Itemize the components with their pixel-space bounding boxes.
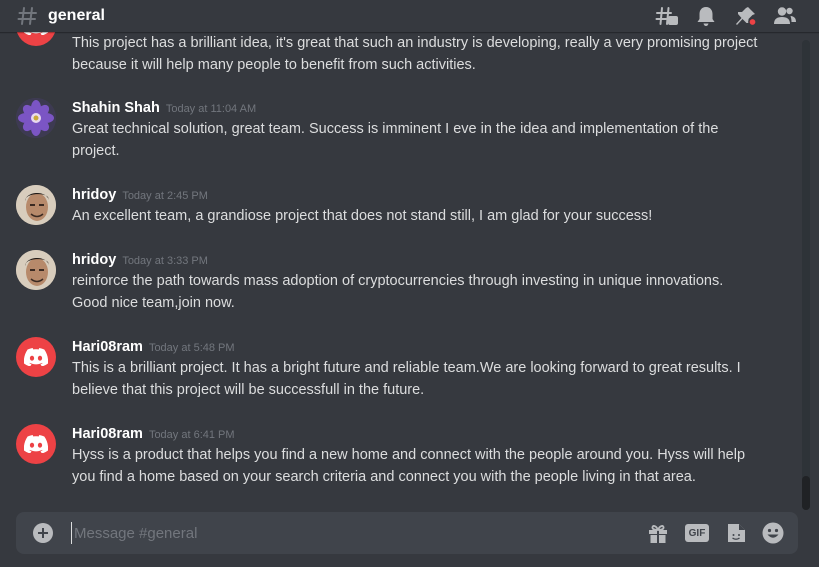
discord-avatar-icon[interactable] bbox=[16, 424, 56, 464]
message-timestamp: Today at 5:48 PM bbox=[148, 342, 235, 354]
message-composer: GIF bbox=[16, 512, 798, 554]
emoji-icon[interactable] bbox=[761, 521, 785, 545]
members-icon[interactable] bbox=[773, 5, 797, 27]
scrollbar-thumb[interactable] bbox=[802, 476, 810, 510]
message-text: Hyss is a product that helps you find a … bbox=[72, 447, 746, 485]
message-text: An excellent team, a grandiose project t… bbox=[72, 208, 653, 224]
message-author[interactable]: Hari08ram Today at 5:48 PM bbox=[72, 338, 235, 357]
gif-icon[interactable]: GIF bbox=[685, 524, 709, 542]
channel-name: general bbox=[48, 7, 105, 24]
message-timestamp: Today at 2:45 PM bbox=[122, 190, 208, 202]
pin-icon[interactable] bbox=[734, 5, 758, 27]
message-timestamp: Today at 11:04 AM bbox=[165, 103, 257, 115]
message-author[interactable]: hridoy Today at 3:33 PM bbox=[72, 251, 208, 270]
message-text: Great technical solution, great team. Su… bbox=[72, 121, 719, 159]
flower-avatar[interactable] bbox=[16, 98, 56, 138]
discord-avatar-icon[interactable] bbox=[16, 32, 56, 46]
gift-icon[interactable] bbox=[646, 521, 670, 545]
channel-header: general bbox=[0, 0, 819, 32]
person-avatar[interactable] bbox=[16, 250, 56, 290]
hashtag-icon bbox=[17, 7, 37, 25]
add-attachment-icon[interactable] bbox=[33, 523, 53, 543]
message-list[interactable]: This project has a brilliant idea, it's … bbox=[0, 32, 806, 504]
message-text: This project has a brilliant idea, it's … bbox=[72, 35, 758, 73]
message-author[interactable]: Hari08ram Today at 6:41 PM bbox=[72, 425, 235, 444]
message-text: reinforce the path towards mass adoption… bbox=[72, 273, 724, 311]
person-avatar[interactable] bbox=[16, 185, 56, 225]
discord-avatar-icon[interactable] bbox=[16, 337, 56, 377]
message-text: This is a brilliant project. It has a br… bbox=[72, 360, 741, 398]
sticker-icon[interactable] bbox=[724, 521, 748, 545]
message-author[interactable]: Shahin Shah Today at 11:04 AM bbox=[72, 99, 256, 118]
message-timestamp: Today at 6:41 PM bbox=[148, 429, 235, 441]
message-author[interactable]: hridoy Today at 2:45 PM bbox=[72, 186, 208, 205]
bell-icon[interactable] bbox=[694, 5, 718, 27]
hashtag-threads-icon[interactable] bbox=[655, 5, 679, 27]
scrollbar-track[interactable] bbox=[802, 40, 810, 510]
message-input[interactable] bbox=[71, 522, 631, 544]
message-timestamp: Today at 3:33 PM bbox=[122, 255, 208, 267]
